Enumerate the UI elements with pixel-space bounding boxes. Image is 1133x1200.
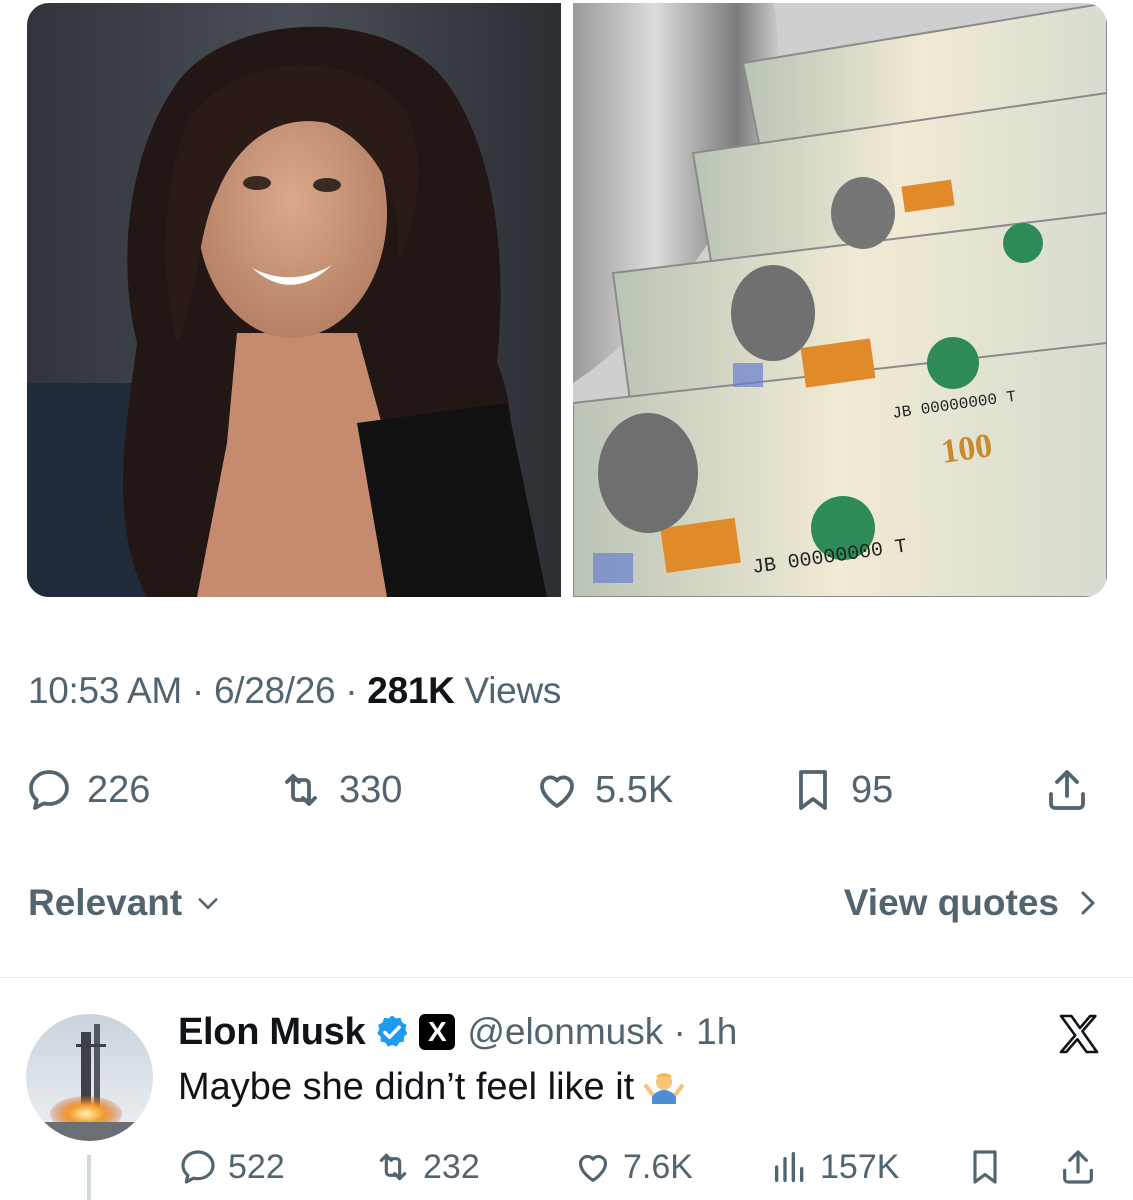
reply-reply-button[interactable]: 522: [178, 1142, 285, 1192]
section-divider: [0, 977, 1133, 978]
meta-separator: ·: [345, 670, 358, 711]
meta-separator: ·: [191, 670, 204, 711]
share-icon: [1049, 770, 1085, 810]
heart-icon: [540, 775, 574, 808]
reply-repost-count: 232: [423, 1147, 480, 1186]
reply-reply-count: 522: [228, 1147, 285, 1186]
like-count: 5.5K: [595, 768, 674, 811]
tweet-media-grid: JB 00000000 T JB 00000000 T 100: [27, 3, 1107, 597]
reply-views-button[interactable]: 157K: [770, 1142, 899, 1192]
view-quotes-label: View quotes: [843, 882, 1059, 923]
views-label: Views: [464, 670, 562, 711]
sort-label: Relevant: [28, 882, 183, 923]
views-count: 281K: [367, 670, 455, 711]
portrait-photo[interactable]: [27, 3, 561, 597]
like-button[interactable]: 5.5K: [533, 760, 673, 820]
reply-sort-dropdown[interactable]: Relevant: [28, 882, 222, 924]
repost-icon: [285, 774, 317, 806]
heart-icon: [578, 1154, 608, 1182]
reply-count: 226: [87, 768, 151, 811]
bookmark-button[interactable]: 95: [789, 760, 893, 820]
reply-bookmark-button[interactable]: [965, 1142, 1005, 1192]
reply-repost-button[interactable]: 232: [373, 1142, 480, 1192]
reply-like-count: 7.6K: [623, 1147, 693, 1186]
reply-view-count: 157K: [820, 1147, 900, 1186]
view-quotes-link[interactable]: View quotes: [844, 882, 1101, 924]
reply-action-bar: 522 232 7.6K 157K: [178, 1142, 1108, 1192]
post-time: 10:53 AM: [28, 670, 182, 711]
avatar[interactable]: [26, 1014, 153, 1141]
money-printing-photo[interactable]: JB 00000000 T JB 00000000 T 100: [573, 3, 1107, 597]
reply-icon: [181, 1150, 215, 1184]
bookmark-count: 95: [851, 768, 894, 811]
meta-separator: ·: [673, 1011, 686, 1052]
share-icon: [1063, 1150, 1093, 1184]
x-logo-icon[interactable]: [1055, 1010, 1103, 1058]
reply-handle-line: @elonmusk · 1h: [467, 1011, 737, 1053]
repost-count: 330: [339, 768, 403, 811]
analytics-icon: [775, 1152, 804, 1182]
reply-age: 1h: [696, 1011, 738, 1052]
chevron-down-icon: [198, 898, 218, 909]
thread-connector-line: [87, 1155, 91, 1200]
reply-header: Elon Musk X @elonmusk · 1h: [178, 1006, 737, 1058]
reply-button[interactable]: 226: [25, 760, 150, 820]
post-date: 6/28/26: [213, 670, 336, 711]
man-shrugging-emoji: [644, 1072, 685, 1104]
reply-text: Maybe she didn’t feel like it: [178, 1066, 635, 1108]
repost-button[interactable]: 330: [277, 760, 402, 820]
verified-badge-icon: [377, 1015, 408, 1047]
reply-body: Maybe she didn’t feel like it: [178, 1066, 685, 1109]
bookmark-icon: [799, 770, 827, 810]
reply-share-button[interactable]: [1058, 1142, 1098, 1192]
share-button[interactable]: [1043, 760, 1091, 820]
bill-value: 100: [939, 427, 995, 471]
repost-icon: [379, 1153, 407, 1181]
x-affiliate-badge: X: [419, 1014, 456, 1050]
reply-icon: [29, 770, 69, 810]
post-meta: 10:53 AM · 6/28/26 · 281K Views: [28, 670, 561, 712]
reply-author-name[interactable]: Elon Musk: [178, 1011, 366, 1054]
chevron-right-icon: [1081, 891, 1095, 915]
reply-handle[interactable]: @elonmusk: [467, 1011, 663, 1052]
bookmark-icon: [973, 1150, 997, 1184]
reply-like-button[interactable]: 7.6K: [573, 1142, 693, 1192]
post-action-bar: 226 330 5.5K 95: [25, 760, 1105, 820]
